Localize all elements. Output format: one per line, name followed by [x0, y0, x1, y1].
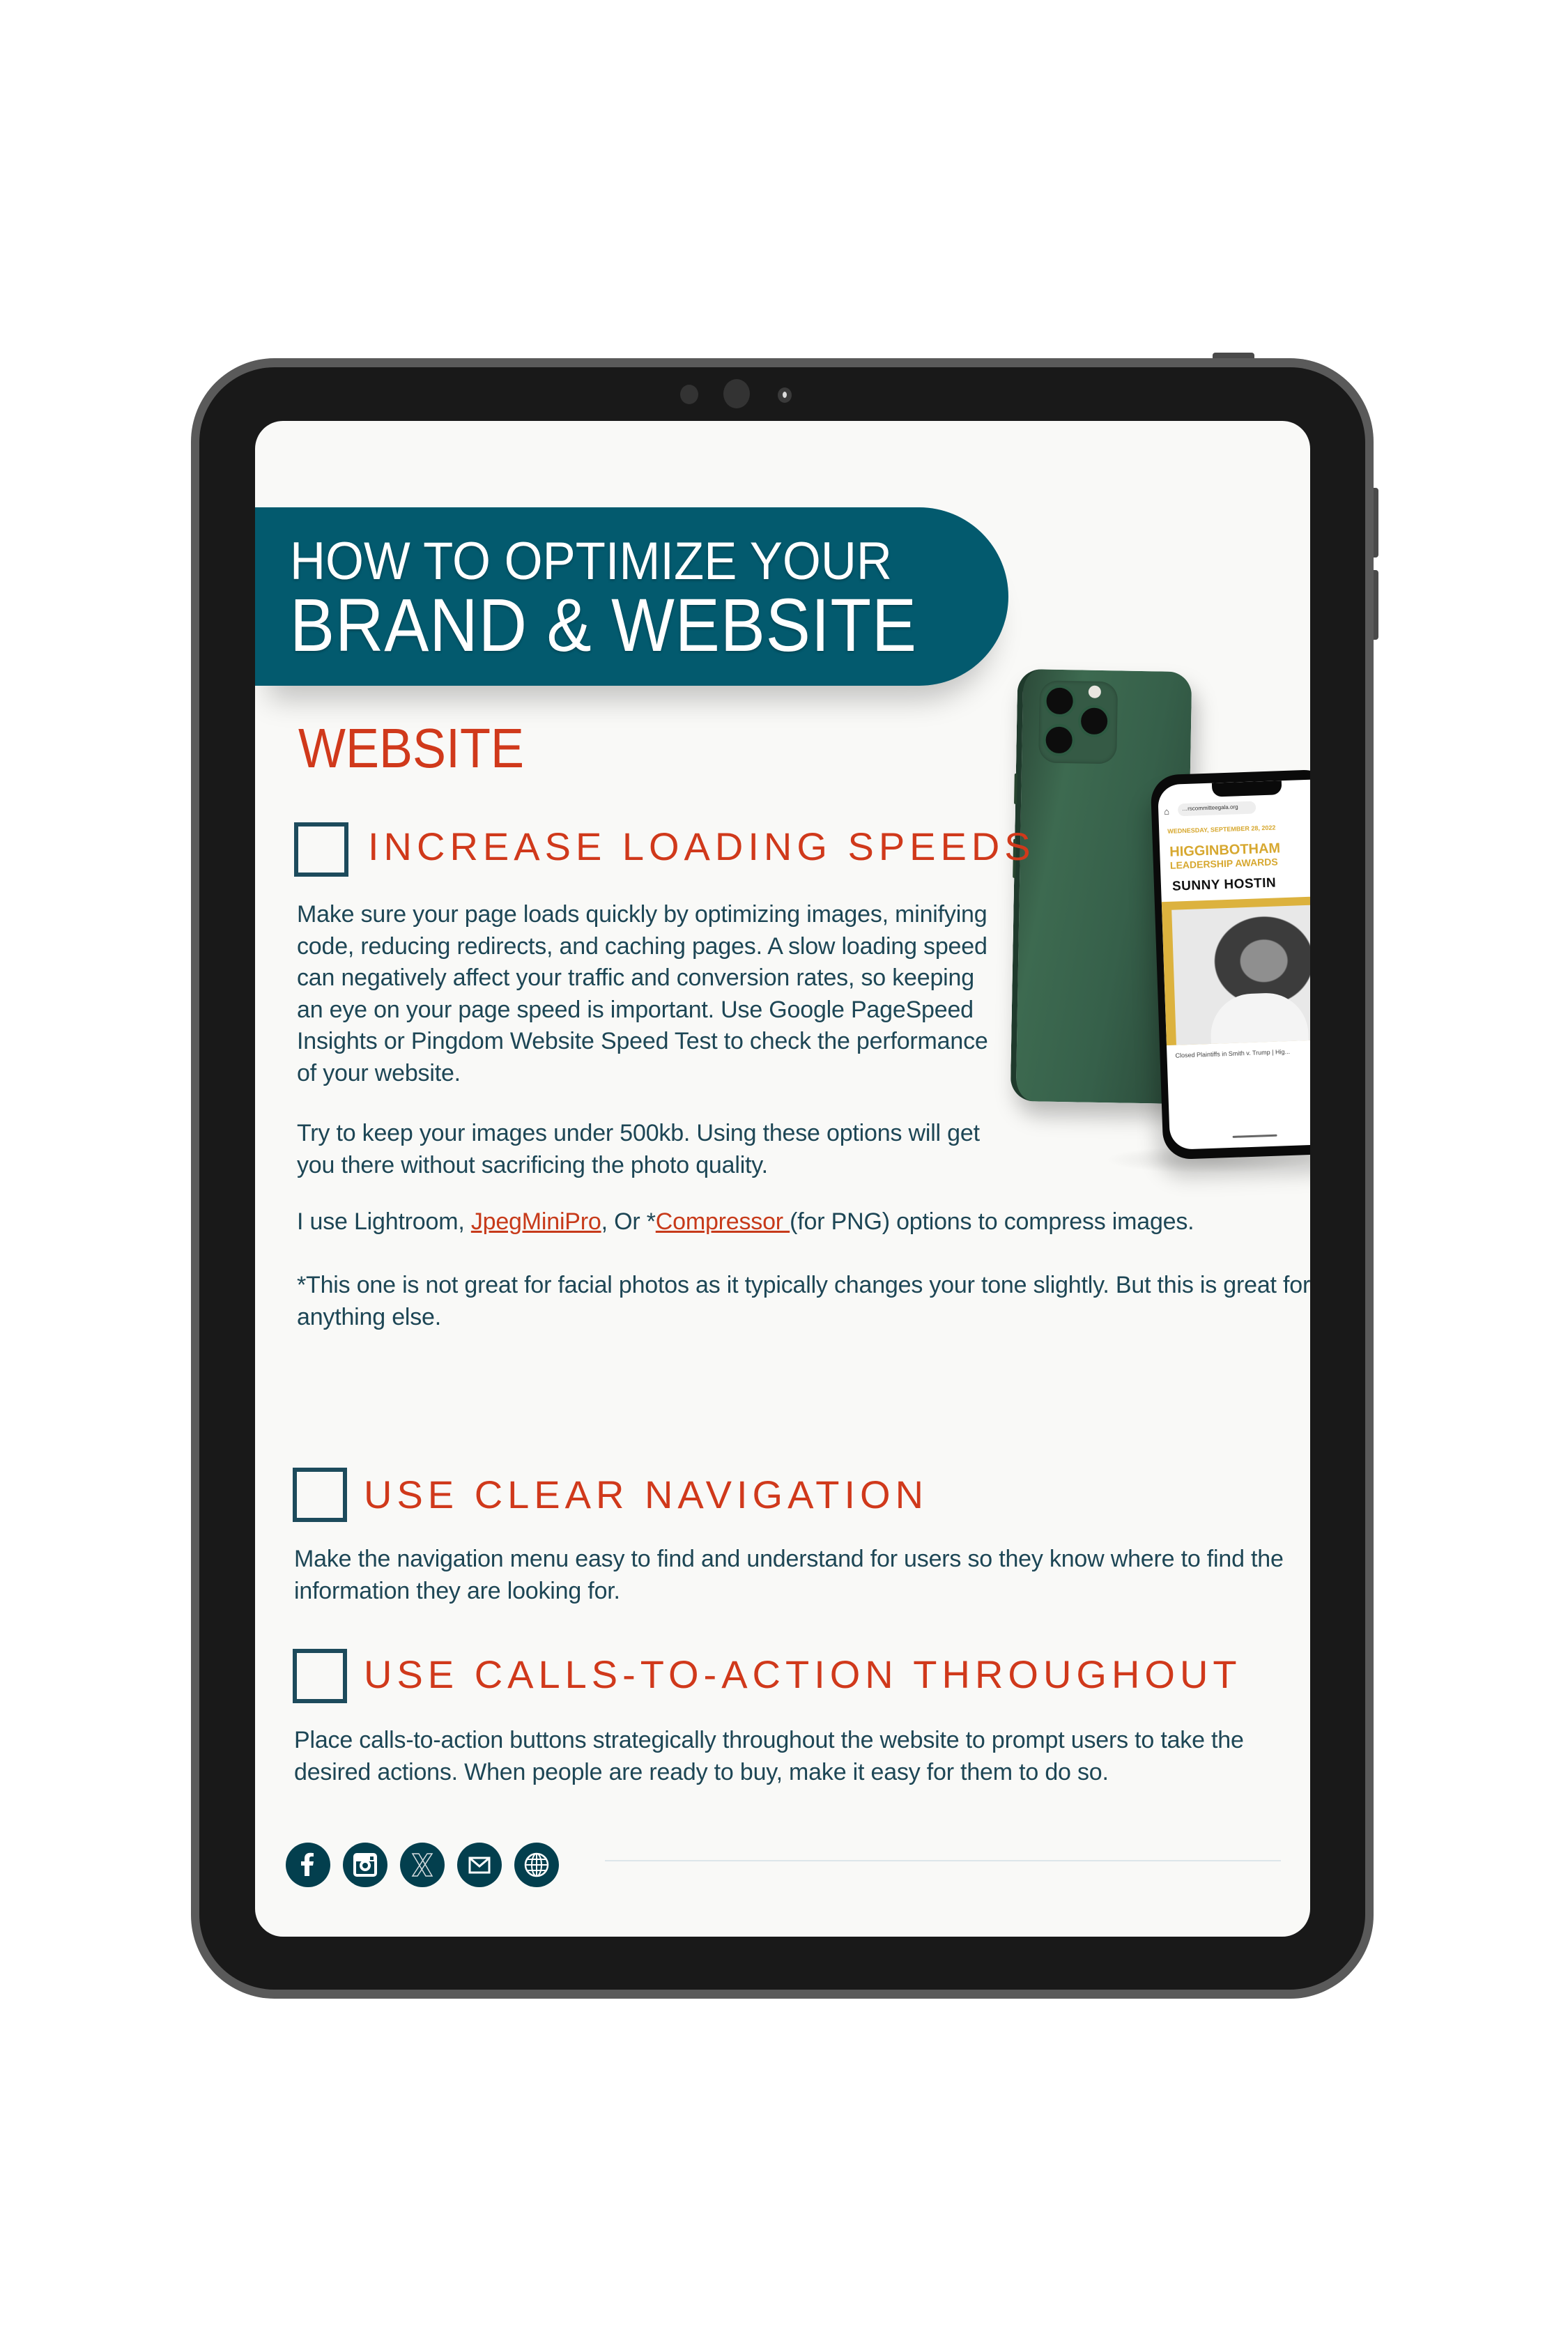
task-title: USE CALLS-TO-ACTION THROUGHOUT: [364, 1652, 1242, 1696]
x-link[interactable]: [400, 1843, 445, 1887]
website-link[interactable]: [514, 1843, 559, 1887]
facebook-icon: [301, 1852, 314, 1876]
camera-lens-icon: [1077, 705, 1111, 738]
camera-lens-icon: [1043, 723, 1076, 757]
task-title: USE CLEAR NAVIGATION: [364, 1473, 929, 1516]
x-icon: [411, 1853, 433, 1877]
front-camera-icon: [723, 379, 750, 408]
honoree-name: SUNNY HOSTIN: [1171, 875, 1277, 894]
tools-suffix: (for PNG) options to compress images.: [790, 1208, 1194, 1235]
title-banner: HOW TO OPTIMIZE YOUR BRAND & WEBSITE: [255, 507, 1008, 686]
section-heading: WEBSITE: [298, 717, 525, 779]
task-checkbox[interactable]: [293, 1649, 347, 1703]
instagram-icon: [353, 1853, 377, 1877]
phone-camera-module: [1038, 680, 1119, 764]
tools-prefix: I use Lightroom,: [297, 1208, 471, 1235]
email-link[interactable]: [457, 1843, 502, 1887]
camera-lens-icon: [1043, 684, 1077, 718]
tools-middle: , Or *: [601, 1208, 656, 1235]
sensor-icon: [680, 385, 698, 404]
camera-lens-icon: [778, 387, 792, 403]
flash-icon: [1088, 685, 1102, 698]
photo-figure: [1209, 992, 1309, 1044]
facebook-link[interactable]: [286, 1843, 330, 1887]
task-description: Make the navigation menu easy to find an…: [294, 1546, 1284, 1604]
photo-caption: Closed Plaintiffs in Smith v. Trump | Hi…: [1175, 1047, 1291, 1059]
tablet-screen: HOW TO OPTIMIZE YOUR BRAND & WEBSITE WEB…: [255, 421, 1310, 1937]
globe-icon: [524, 1852, 549, 1877]
jpegminipro-link[interactable]: JpegMiniPro: [471, 1208, 601, 1235]
phone-front-image: ⌂ …rscommitteegala.org WEDNESDAY, SEPTEM…: [1150, 769, 1310, 1160]
volume-down-button: [1373, 570, 1378, 640]
task-description: Try to keep your images under 500kb. Usi…: [297, 1120, 980, 1178]
honoree-photo-frame: [1161, 896, 1310, 1046]
home-indicator: [1232, 1134, 1277, 1138]
task-checkbox[interactable]: [293, 1468, 347, 1522]
footnote: *This one is not great for facial photos…: [297, 1272, 1310, 1330]
task-description: Place calls-to-action buttons strategica…: [294, 1727, 1244, 1785]
phone-notch: [1211, 781, 1282, 797]
page-title-line2: BRAND & WEBSITE: [290, 583, 917, 667]
footer-divider: [605, 1860, 1281, 1861]
task-title: INCREASE LOADING SPEEDS: [368, 824, 1036, 868]
phone-side-button: [1014, 773, 1017, 804]
compressor-link[interactable]: Compressor: [656, 1208, 790, 1235]
honoree-photo: [1171, 904, 1310, 1045]
volume-up-button: [1373, 488, 1378, 558]
browser-url-bar: ⌂ …rscommitteegala.org: [1164, 799, 1310, 820]
event-date: WEDNESDAY, SEPTEMBER 28, 2022: [1167, 824, 1276, 835]
url-text: …rscommitteegala.org: [1177, 801, 1256, 817]
task-checkbox[interactable]: [294, 822, 348, 877]
phone-screen: ⌂ …rscommitteegala.org WEDNESDAY, SEPTEM…: [1157, 778, 1310, 1151]
social-links: [286, 1843, 559, 1887]
instagram-link[interactable]: [343, 1843, 387, 1887]
mail-icon: [468, 1857, 491, 1874]
compression-tools-line: I use Lightroom, JpegMiniPro, Or *Compre…: [297, 1206, 1310, 1238]
home-icon: ⌂: [1164, 806, 1170, 817]
task-description: Make sure your page loads quickly by opt…: [297, 901, 988, 1086]
